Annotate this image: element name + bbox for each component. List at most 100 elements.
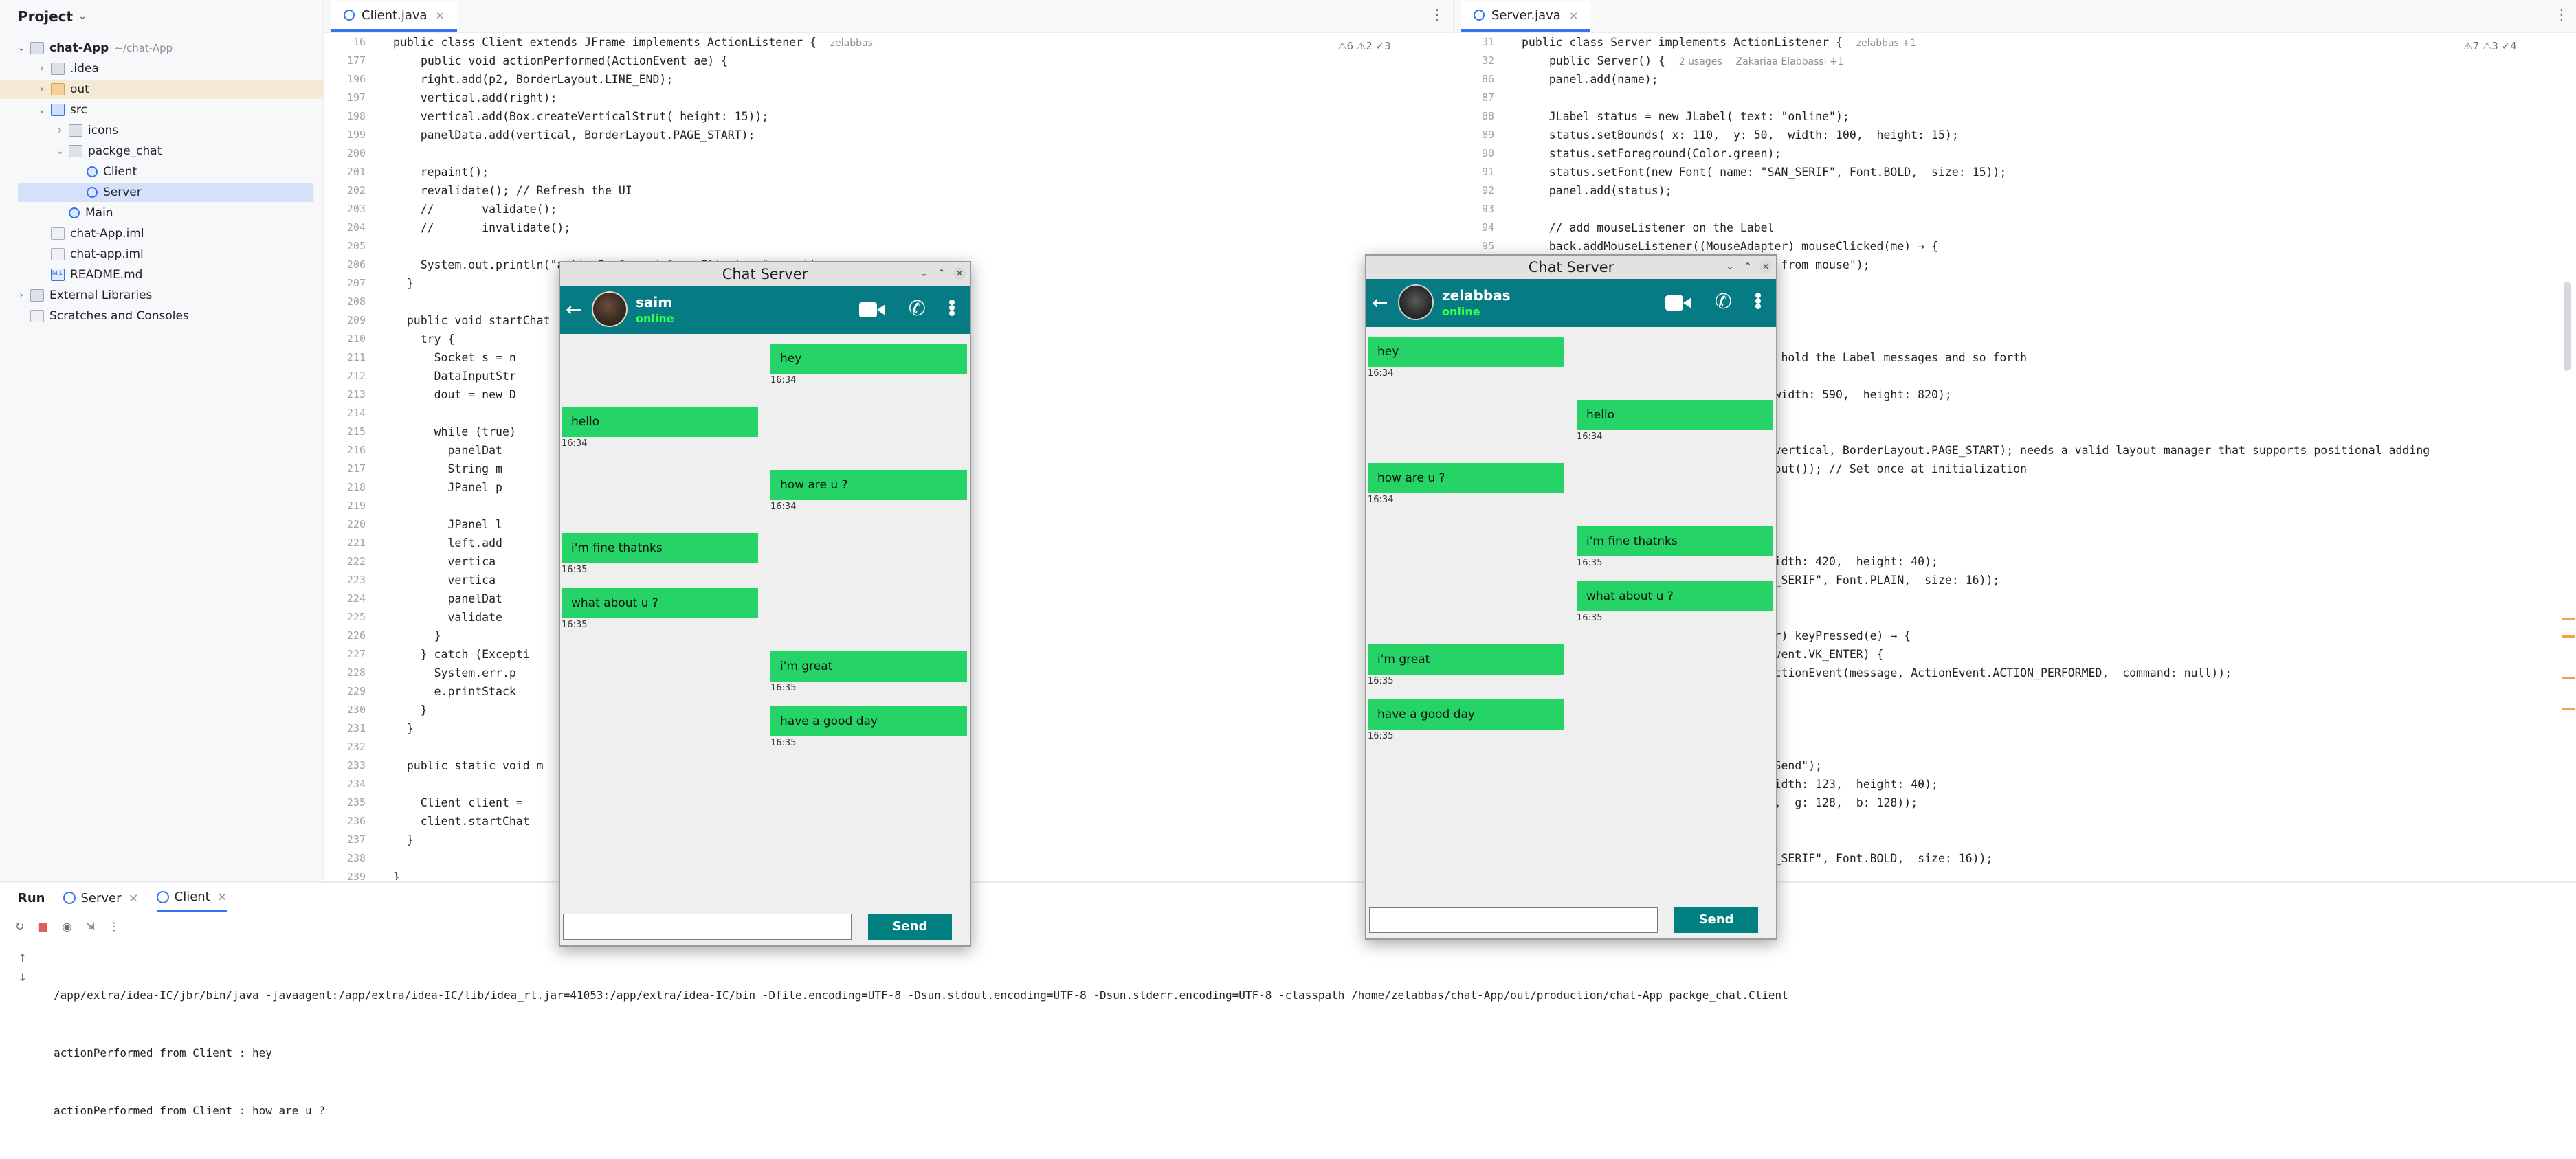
- video-call-icon[interactable]: [1665, 295, 1691, 311]
- code-line[interactable]: 92 panel.add(status);: [1453, 181, 2560, 200]
- code-line[interactable]: 202 revalidate(); // Refresh the UI: [324, 181, 1452, 200]
- message-input[interactable]: [1369, 907, 1658, 933]
- tree-item-readme[interactable]: M↓ README.md: [36, 265, 142, 284]
- window-titlebar[interactable]: Chat Server ⌄ ⌃ ✕: [1366, 256, 1776, 279]
- code-line[interactable]: 89 status.setBounds( x: 110, y: 50, widt…: [1453, 126, 2560, 144]
- close-icon[interactable]: ×: [1569, 9, 1578, 22]
- code-line[interactable]: 205: [324, 237, 1452, 256]
- code-line[interactable]: 199 panelData.add(vertical, BorderLayout…: [324, 126, 1452, 144]
- code-line[interactable]: 196 right.add(p2, BorderLayout.LINE_END)…: [324, 70, 1452, 89]
- close-icon[interactable]: ×: [217, 890, 227, 904]
- back-arrow-icon[interactable]: ←: [1372, 291, 1388, 314]
- scrollbar[interactable]: [2564, 282, 2571, 371]
- message-time: 16:35: [1368, 731, 1394, 741]
- tree-label: Server: [103, 185, 142, 199]
- code-line[interactable]: 91 status.setFont(new Font( name: "SAN_S…: [1453, 163, 2560, 181]
- minimize-icon[interactable]: ⌄: [1724, 260, 1736, 273]
- inspection-widget[interactable]: ⚠6 ⚠2 ✓3: [1337, 40, 1391, 52]
- contact-name: zelabbas: [1442, 287, 1511, 304]
- chevron-right-icon[interactable]: ›: [15, 290, 27, 301]
- warning-marker[interactable]: [2562, 618, 2575, 620]
- chevron-right-icon[interactable]: ›: [36, 63, 48, 74]
- send-button[interactable]: Send: [868, 914, 952, 940]
- tree-item-external-libraries[interactable]: › External Libraries: [15, 286, 152, 305]
- warning-marker[interactable]: [2562, 635, 2575, 638]
- code-text: public void actionPerformed(ActionEvent …: [421, 54, 729, 67]
- menu-dots-icon[interactable]: [1755, 293, 1762, 313]
- markdown-icon: M↓: [51, 269, 65, 281]
- menu-dots-icon[interactable]: [949, 300, 956, 320]
- more-options-icon[interactable]: ⋮: [1430, 7, 1445, 24]
- phone-icon[interactable]: ✆: [1715, 291, 1732, 313]
- run-tab-client[interactable]: Client ×: [156, 884, 227, 912]
- code-line[interactable]: 201 repaint();: [324, 163, 1452, 181]
- tree-item-chat-app-iml[interactable]: chat-App.iml: [36, 224, 144, 243]
- tree-item-main[interactable]: Main: [54, 203, 113, 223]
- code-text: status.setBounds( x: 110, y: 50, width: …: [1522, 128, 1959, 142]
- code-line[interactable]: 203 // validate();: [324, 200, 1452, 218]
- close-icon[interactable]: ×: [129, 891, 139, 905]
- maximize-icon[interactable]: ⌃: [935, 267, 948, 280]
- video-call-icon[interactable]: [858, 302, 885, 317]
- code-line[interactable]: 86 panel.add(name);: [1453, 70, 2560, 89]
- tree-item-icons[interactable]: › icons: [54, 121, 118, 140]
- chevron-right-icon[interactable]: ›: [54, 125, 66, 136]
- export-icon[interactable]: ⇲: [86, 920, 95, 933]
- code-line[interactable]: 197 vertical.add(right);: [324, 89, 1452, 107]
- project-title[interactable]: Project ⌄: [0, 0, 323, 33]
- stop-icon[interactable]: ■: [38, 920, 48, 933]
- code-line[interactable]: 88 JLabel status = new JLabel( text: "on…: [1453, 107, 2560, 126]
- tree-item-scratches[interactable]: Scratches and Consoles: [15, 306, 189, 326]
- window-titlebar[interactable]: Chat Server ⌄ ⌃ ✕: [560, 262, 970, 286]
- warning-marker[interactable]: [2562, 708, 2575, 710]
- maximize-icon[interactable]: ⌃: [1742, 260, 1754, 273]
- message-input[interactable]: [563, 914, 852, 940]
- run-tab-server[interactable]: Server ×: [63, 891, 139, 905]
- phone-icon[interactable]: ✆: [909, 298, 926, 320]
- code-line[interactable]: 95 back.addMouseListener((MouseAdapter) …: [1453, 237, 2560, 256]
- tree-item-chat-app-iml-2[interactable]: chat-app.iml: [36, 245, 144, 264]
- code-line[interactable]: 200: [324, 144, 1452, 163]
- chevron-down-icon[interactable]: ⌄: [54, 146, 66, 157]
- author-hint: zelabbas: [830, 38, 873, 49]
- tree-item-chat-app[interactable]: ⌄ chat-App ~/chat-App: [15, 38, 173, 58]
- line-number: 88: [1481, 110, 1494, 122]
- tree-item-idea[interactable]: › .idea: [36, 59, 99, 78]
- code-line[interactable]: 93: [1453, 200, 2560, 218]
- send-button[interactable]: Send: [1674, 907, 1758, 933]
- tree-item-server[interactable]: Server: [18, 183, 313, 202]
- code-line[interactable]: 90 status.setForeground(Color.green);: [1453, 144, 2560, 163]
- tab-server-java[interactable]: Server.java ×: [1461, 1, 1591, 32]
- tree-item-src[interactable]: ⌄ src: [36, 100, 87, 120]
- tree-item-client[interactable]: Client: [71, 162, 137, 181]
- back-arrow-icon[interactable]: ←: [566, 298, 581, 321]
- close-icon[interactable]: ✕: [1759, 260, 1772, 273]
- chevron-down-icon[interactable]: ⌄: [36, 104, 48, 115]
- code-line[interactable]: 204 // invalidate();: [324, 218, 1452, 237]
- usages-hint[interactable]: 2 usages: [1679, 56, 1722, 67]
- inspection-widget[interactable]: ⚠7 ⚠3 ✓4: [2463, 40, 2517, 52]
- more-icon[interactable]: ⋮: [109, 920, 120, 933]
- warning-marker[interactable]: [2562, 677, 2575, 679]
- up-arrow-icon[interactable]: ↑: [18, 952, 27, 965]
- minimize-icon[interactable]: ⌄: [918, 267, 930, 280]
- rerun-icon[interactable]: ↻: [15, 920, 24, 933]
- console-output[interactable]: /app/extra/idea-IC/jbr/bin/java -javaage…: [54, 947, 1788, 1159]
- chevron-right-icon[interactable]: ›: [36, 84, 48, 95]
- sticky-class-line: 31 public class Server implements ActionL…: [1453, 33, 2560, 52]
- close-icon[interactable]: ×: [436, 9, 445, 22]
- chevron-down-icon[interactable]: ⌄: [78, 11, 87, 22]
- code-line[interactable]: 198 vertical.add(Box.createVerticalStrut…: [324, 107, 1452, 126]
- line-number: 238: [346, 852, 366, 864]
- camera-icon[interactable]: ◉: [63, 920, 72, 933]
- chevron-down-icon[interactable]: ⌄: [15, 43, 27, 54]
- down-arrow-icon[interactable]: ↓: [18, 971, 27, 984]
- close-icon[interactable]: ✕: [953, 267, 966, 280]
- code-text: panelDat: [393, 592, 502, 605]
- tree-item-packge-chat[interactable]: ⌄ packge_chat: [54, 142, 162, 161]
- code-line[interactable]: 94 // add mouseListener on the Label: [1453, 218, 2560, 237]
- tree-item-out[interactable]: › out: [0, 80, 323, 99]
- tab-client-java[interactable]: Client.java ×: [331, 1, 457, 32]
- more-options-icon[interactable]: ⋮: [2554, 7, 2569, 24]
- code-line[interactable]: 87: [1453, 89, 2560, 107]
